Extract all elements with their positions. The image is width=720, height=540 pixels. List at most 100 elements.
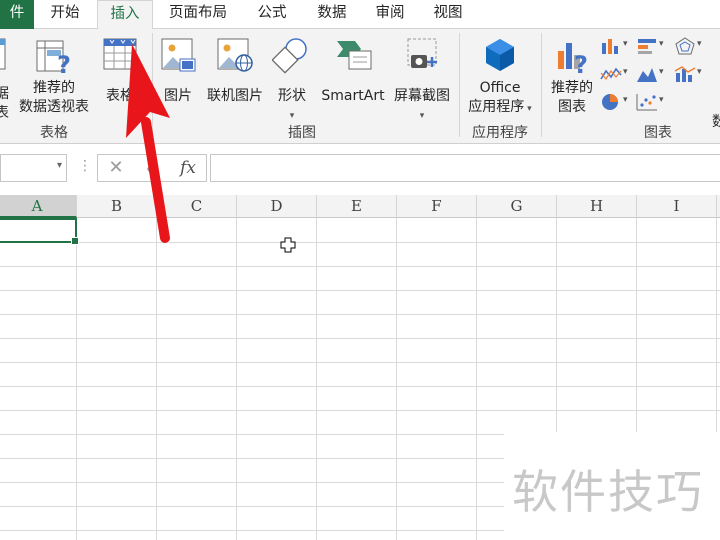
radar-chart-button[interactable]: ▾ xyxy=(674,37,710,57)
formula-input[interactable] xyxy=(210,154,720,182)
recommended-pivot-icon: ? xyxy=(36,40,71,77)
column-chart-icon xyxy=(602,39,618,54)
grid-line xyxy=(0,506,504,507)
combo-chart-icon xyxy=(674,66,696,82)
column-header-d[interactable]: D xyxy=(237,195,317,218)
line-chart-icon xyxy=(600,67,622,81)
cell-cursor-icon xyxy=(280,237,296,253)
pivot-table-icon xyxy=(0,38,6,70)
pivot-table-button[interactable]: 据 表 xyxy=(0,37,10,121)
column-chart-dropdown-icon: ▾ xyxy=(623,39,628,49)
ribbon-tab-bar: 件 开始 插入 页面布局 公式 数据 审阅 视图 xyxy=(0,0,720,30)
pivot-table-label-2: 表 xyxy=(0,105,9,121)
ribbon-separator xyxy=(541,33,542,137)
tab-data[interactable]: 数据 xyxy=(303,0,361,29)
recommended-pivot-label-2: 数据透视表 xyxy=(19,99,89,115)
pie-chart-dropdown-icon: ▾ xyxy=(623,95,628,105)
column-header-e[interactable]: E xyxy=(317,195,397,218)
combo-chart-button[interactable]: ▾ xyxy=(674,65,710,85)
pivot-table-label-1: 据 xyxy=(0,86,9,102)
tab-formulas[interactable]: 公式 xyxy=(243,0,301,29)
tab-home[interactable]: 开始 xyxy=(34,0,96,29)
recommended-charts-label-1: 推荐的 xyxy=(551,80,593,96)
line-chart-button[interactable]: ▾ xyxy=(600,65,636,85)
recommended-charts-button[interactable]: ? 推荐的 图表 xyxy=(546,37,598,121)
office-apps-dropdown-icon: ▾ xyxy=(524,104,532,114)
recommended-charts-label-2: 图表 xyxy=(558,99,586,115)
tab-file[interactable]: 件 xyxy=(0,0,34,29)
column-header-g[interactable]: G xyxy=(477,195,557,218)
ribbon-insert: 据 表 ? 推荐的 数据透视表 表格 表格 图片 联机图片 形状 ▾ Smart… xyxy=(0,29,720,144)
combo-chart-dropdown-icon: ▾ xyxy=(697,67,702,77)
group-label-illustrations: 插图 xyxy=(288,125,316,141)
ribbon-separator xyxy=(459,33,460,137)
office-apps-label-1: Office xyxy=(479,80,521,96)
shapes-label: 形状 xyxy=(278,88,306,104)
active-cell-a1[interactable] xyxy=(0,218,79,245)
statistic-chart-button[interactable]: ▾ xyxy=(636,65,672,85)
online-pictures-button[interactable]: 联机图片 xyxy=(203,37,267,121)
grid-line xyxy=(0,290,720,291)
grid-line xyxy=(636,218,637,432)
statistic-chart-icon xyxy=(637,68,657,82)
grid-line xyxy=(716,218,717,432)
annotation-arrow-icon xyxy=(126,44,170,243)
smartart-button[interactable]: SmartArt xyxy=(318,37,388,121)
smartart-label: SmartArt xyxy=(321,88,385,104)
tab-page-layout[interactable]: 页面布局 xyxy=(155,0,241,29)
radar-chart-dropdown-icon: ▾ xyxy=(697,39,702,49)
grid-line xyxy=(0,266,720,267)
grid-line xyxy=(0,242,720,243)
grid-line xyxy=(0,338,720,339)
recommended-pivot-label-1: 推荐的 xyxy=(33,80,75,96)
grid-line xyxy=(0,386,720,387)
online-picture-icon xyxy=(217,38,253,72)
grid-line xyxy=(556,218,557,432)
shapes-icon xyxy=(272,38,307,74)
screenshot-icon xyxy=(407,38,437,68)
scatter-chart-icon xyxy=(636,94,657,111)
line-chart-dropdown-icon: ▾ xyxy=(623,67,628,77)
scatter-chart-button[interactable]: ▾ xyxy=(636,93,672,113)
recommended-pivottables-button[interactable]: ? 推荐的 数据透视表 xyxy=(14,37,94,121)
column-chart-button[interactable]: ▾ xyxy=(600,37,636,57)
formula-bar-splitter-icon[interactable]: ⋮ xyxy=(78,158,92,174)
charts-partial-label: 数 xyxy=(712,114,720,130)
office-apps-label-row: 应用程序 ▾ xyxy=(462,98,538,118)
column-header-i[interactable]: I xyxy=(637,195,717,218)
office-apps-label-2: 应用程序 xyxy=(468,99,525,115)
column-header-h[interactable]: H xyxy=(557,195,637,218)
column-header-a[interactable]: A xyxy=(0,195,77,218)
pie-chart-button[interactable]: ▾ xyxy=(600,93,636,113)
tab-view[interactable]: 视图 xyxy=(419,0,477,29)
name-box[interactable]: ▾ xyxy=(0,154,67,182)
chart-type-gallery: ▾ ▾ ▾ ▾ ▾ ▾ ▾ ▾ 数 xyxy=(600,37,720,130)
recommended-charts-icon: ? xyxy=(558,43,588,75)
grid-line xyxy=(0,410,720,411)
online-pictures-label: 联机图片 xyxy=(207,88,263,104)
shapes-button[interactable]: 形状 ▾ xyxy=(270,37,314,121)
screenshot-button[interactable]: 屏幕截图 ▾ xyxy=(390,37,454,121)
scatter-chart-dropdown-icon: ▾ xyxy=(659,95,664,105)
hierarchy-chart-icon xyxy=(638,39,656,54)
smartart-icon xyxy=(337,41,372,70)
tab-review[interactable]: 审阅 xyxy=(361,0,419,29)
name-box-dropdown-icon[interactable]: ▾ xyxy=(57,160,62,171)
grid-line xyxy=(0,362,720,363)
column-header-f[interactable]: F xyxy=(397,195,477,218)
tab-insert[interactable]: 插入 xyxy=(97,0,153,30)
svg-text:?: ? xyxy=(574,51,588,75)
screenshot-label: 屏幕截图 xyxy=(394,88,450,104)
grid-line xyxy=(0,482,504,483)
svg-text:?: ? xyxy=(57,51,71,77)
radar-chart-icon xyxy=(675,37,695,55)
statistic-chart-dropdown-icon: ▾ xyxy=(659,67,664,77)
office-store-icon xyxy=(486,39,514,71)
screenshot-dropdown-icon: ▾ xyxy=(419,111,425,121)
office-apps-button[interactable]: Office 应用程序 ▾ xyxy=(462,37,538,121)
grid-line xyxy=(0,314,720,315)
hierarchy-chart-button[interactable]: ▾ xyxy=(636,37,672,57)
pie-chart-icon xyxy=(602,94,618,110)
grid-line xyxy=(0,458,504,459)
hierarchy-chart-dropdown-icon: ▾ xyxy=(659,39,664,49)
